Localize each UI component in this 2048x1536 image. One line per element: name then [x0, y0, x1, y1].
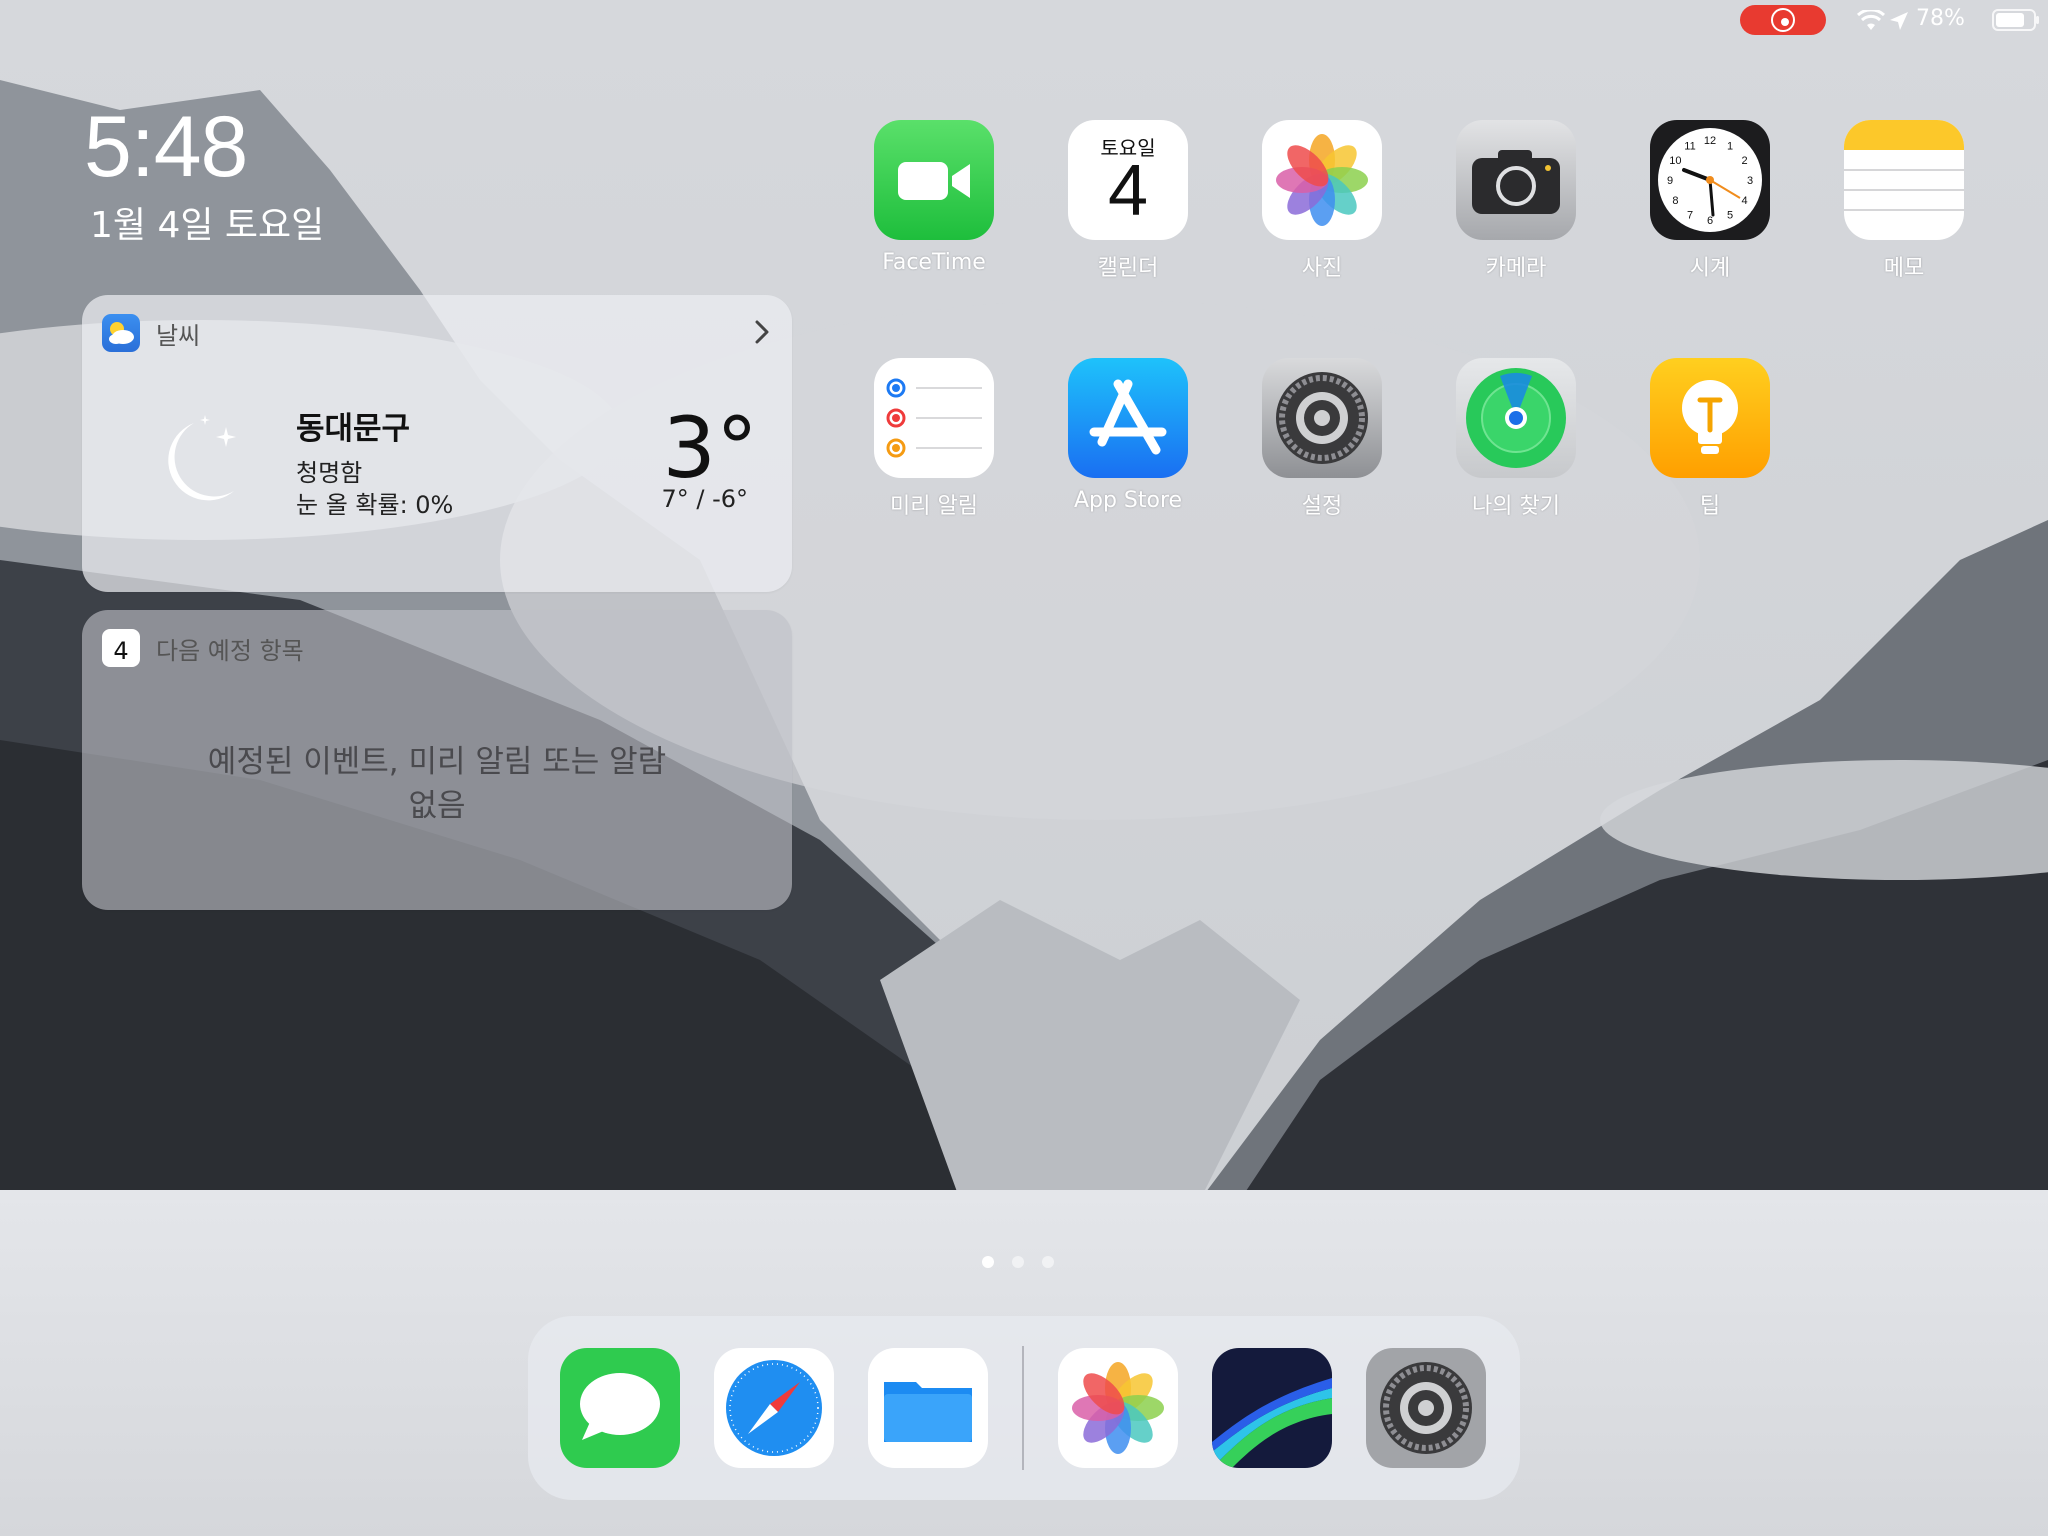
app-calendar[interactable]: 토요일 4 캘린더: [1028, 120, 1228, 282]
app-reminders[interactable]: 미리 알림: [834, 358, 1034, 520]
app-photos[interactable]: 사진: [1222, 120, 1422, 282]
up-next-empty-message: 예정된 이벤트, 미리 알림 또는 알람 없음: [207, 744, 667, 824]
calendar-day-number: 4: [1107, 151, 1149, 231]
battery-icon: [1992, 9, 2039, 31]
dock-settings[interactable]: [1366, 1348, 1486, 1468]
app-label: 나의 찾기: [1472, 494, 1560, 519]
app-find-my[interactable]: 나의 찾기: [1416, 358, 1616, 520]
clock-time: 5:48: [84, 99, 248, 195]
clock-number: 11: [1684, 140, 1695, 152]
page-dot[interactable]: [1042, 1256, 1054, 1268]
app-label: 사진: [1301, 256, 1343, 281]
weather-temperature: 3°: [662, 399, 758, 497]
app-label: 팁: [1699, 494, 1721, 519]
clock-number: 2: [1742, 155, 1748, 167]
app-app-store[interactable]: App Store: [1028, 358, 1228, 513]
weather-widget[interactable]: 날씨 동대문구 청명함 눈 올 확률: 0% 3° 7° / -6°: [82, 295, 792, 592]
clock-number: 3: [1747, 175, 1753, 187]
dock-luma-fusion[interactable]: [1212, 1348, 1332, 1468]
weather-widget-header: 날씨: [102, 313, 200, 353]
files-icon: [868, 1348, 988, 1468]
app-clock[interactable]: 11 10 9 8 7 6 5 4 3 2 1 12 시계: [1610, 120, 1810, 282]
location-icon: [1890, 12, 1908, 30]
page-dot[interactable]: [1012, 1256, 1024, 1268]
app-label: 카메라: [1485, 256, 1547, 281]
app-camera[interactable]: 카메라: [1416, 120, 1616, 282]
weather-widget-title: 날씨: [156, 321, 201, 350]
messages-icon: [560, 1348, 680, 1468]
dock-safari[interactable]: [714, 1348, 834, 1468]
status-bar: 78%: [1728, 0, 2048, 40]
up-next-widget[interactable]: 4 다음 예정 항목 예정된 이벤트, 미리 알림 또는 알람 없음: [82, 610, 792, 910]
battery-percent: 78%: [1916, 6, 1965, 31]
clock-icon: 11 10 9 8 7 6 5 4 3 2 1 12: [1650, 120, 1770, 240]
app-store-icon: [1068, 358, 1188, 478]
app-tips[interactable]: 팁: [1610, 358, 1810, 520]
ipad-home-screen: 78% 5:48 1월 4일 토요일 날씨 동대문구 청명함 눈 올 확률: 0…: [0, 0, 2048, 1536]
weather-condition: 청명함: [296, 459, 363, 487]
dock-photos[interactable]: [1058, 1348, 1178, 1468]
calendar-mini-icon: 4: [102, 629, 140, 667]
app-label: FaceTime: [882, 250, 986, 275]
clock-number: 8: [1672, 195, 1678, 207]
weather-app-icon: [102, 314, 140, 352]
moon-stars-icon: [168, 415, 236, 501]
luma-fusion-icon: [1212, 1348, 1332, 1468]
app-notes[interactable]: 메모: [1804, 120, 2004, 282]
app-facetime[interactable]: FaceTime: [834, 120, 1034, 275]
clock-number: 4: [1742, 195, 1748, 207]
app-label: 미리 알림: [890, 494, 978, 519]
photos-icon: [1058, 1348, 1178, 1468]
chevron-right-icon[interactable]: [752, 317, 772, 347]
page-dot[interactable]: [982, 1256, 994, 1268]
clock-date: 1월 4일 토요일: [90, 205, 325, 246]
settings-icon: [1366, 1348, 1486, 1468]
tips-icon: [1650, 358, 1770, 478]
dock-messages[interactable]: [560, 1348, 680, 1468]
app-settings[interactable]: 설정: [1222, 358, 1422, 520]
calendar-icon: 토요일 4: [1068, 120, 1188, 240]
camera-icon: [1456, 120, 1576, 240]
weather-precipitation: 눈 올 확률: 0%: [296, 491, 454, 519]
wifi-icon: [1856, 10, 1886, 30]
app-label: App Store: [1073, 488, 1183, 513]
app-label: 시계: [1689, 256, 1731, 281]
page-indicator[interactable]: [982, 1256, 1054, 1268]
dock: [528, 1316, 1520, 1500]
weather-temp-range: 7° / -6°: [661, 485, 748, 513]
settings-icon: [1262, 358, 1382, 478]
app-label: 메모: [1883, 256, 1925, 281]
app-label: 캘린더: [1097, 256, 1159, 281]
clock-number: 9: [1667, 175, 1673, 187]
dock-divider: [1022, 1346, 1024, 1470]
clock-number: 7: [1687, 210, 1693, 222]
up-next-widget-header: 4 다음 예정 항목: [102, 628, 304, 668]
screen-recording-indicator[interactable]: [1740, 5, 1826, 35]
dock-files[interactable]: [868, 1348, 988, 1468]
clock-number: 6: [1707, 215, 1713, 227]
weather-location: 동대문구: [296, 411, 411, 447]
app-label: 설정: [1301, 494, 1343, 519]
find-my-icon: [1456, 358, 1576, 478]
clock-number: 5: [1727, 210, 1733, 222]
clock-number: 10: [1669, 155, 1681, 167]
facetime-icon: [874, 120, 994, 240]
clock-number: 12: [1704, 135, 1716, 147]
reminders-icon: [874, 358, 994, 478]
record-icon: [1771, 8, 1795, 32]
notes-icon: [1844, 120, 1964, 240]
up-next-widget-title: 다음 예정 항목: [156, 636, 304, 665]
photos-icon: [1262, 120, 1382, 240]
safari-icon: [714, 1348, 834, 1468]
clock-number: 1: [1727, 140, 1733, 152]
